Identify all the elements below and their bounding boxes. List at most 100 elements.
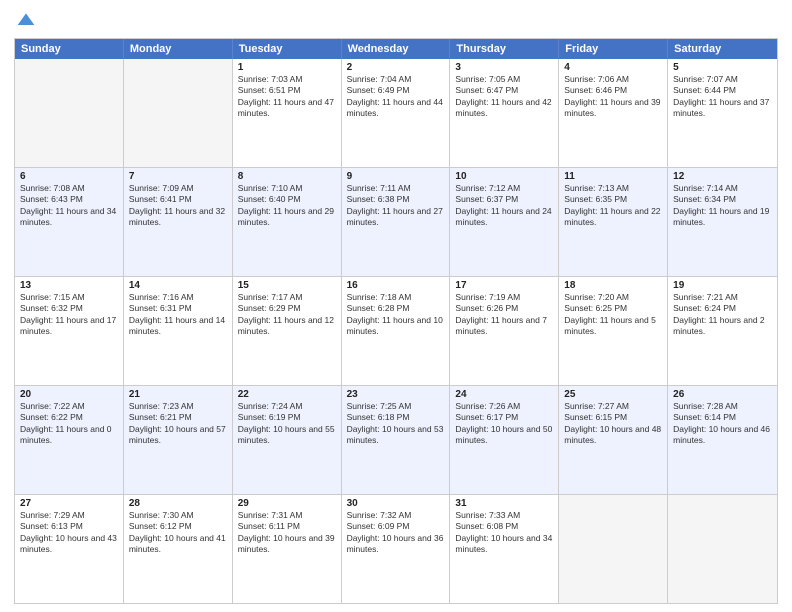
day-number: 27 [20,498,118,509]
day-number: 31 [455,498,553,509]
calendar-cell: 4Sunrise: 7:06 AM Sunset: 6:46 PM Daylig… [559,59,668,167]
day-number: 10 [455,171,553,182]
day-number: 1 [238,62,336,73]
calendar-cell: 8Sunrise: 7:10 AM Sunset: 6:40 PM Daylig… [233,168,342,276]
day-number: 22 [238,389,336,400]
calendar-cell: 5Sunrise: 7:07 AM Sunset: 6:44 PM Daylig… [668,59,777,167]
cell-info: Sunrise: 7:10 AM Sunset: 6:40 PM Dayligh… [238,183,336,229]
calendar-cell: 13Sunrise: 7:15 AM Sunset: 6:32 PM Dayli… [15,277,124,385]
cell-info: Sunrise: 7:28 AM Sunset: 6:14 PM Dayligh… [673,401,772,447]
cell-info: Sunrise: 7:22 AM Sunset: 6:22 PM Dayligh… [20,401,118,447]
day-number: 17 [455,280,553,291]
calendar-cell: 7Sunrise: 7:09 AM Sunset: 6:41 PM Daylig… [124,168,233,276]
calendar-cell: 2Sunrise: 7:04 AM Sunset: 6:49 PM Daylig… [342,59,451,167]
day-number: 9 [347,171,445,182]
page: SundayMondayTuesdayWednesdayThursdayFrid… [0,0,792,612]
cell-info: Sunrise: 7:07 AM Sunset: 6:44 PM Dayligh… [673,74,772,120]
day-number: 24 [455,389,553,400]
cell-info: Sunrise: 7:33 AM Sunset: 6:08 PM Dayligh… [455,510,553,556]
day-number: 23 [347,389,445,400]
calendar-body: 1Sunrise: 7:03 AM Sunset: 6:51 PM Daylig… [15,59,777,603]
logo-text [14,10,36,32]
cell-info: Sunrise: 7:04 AM Sunset: 6:49 PM Dayligh… [347,74,445,120]
calendar-cell: 18Sunrise: 7:20 AM Sunset: 6:25 PM Dayli… [559,277,668,385]
calendar-cell: 20Sunrise: 7:22 AM Sunset: 6:22 PM Dayli… [15,386,124,494]
calendar-cell: 22Sunrise: 7:24 AM Sunset: 6:19 PM Dayli… [233,386,342,494]
cell-info: Sunrise: 7:23 AM Sunset: 6:21 PM Dayligh… [129,401,227,447]
calendar-row-3: 20Sunrise: 7:22 AM Sunset: 6:22 PM Dayli… [15,385,777,494]
calendar-cell [559,495,668,603]
calendar-cell: 17Sunrise: 7:19 AM Sunset: 6:26 PM Dayli… [450,277,559,385]
logo-icon [16,10,36,30]
header-day-friday: Friday [559,39,668,59]
cell-info: Sunrise: 7:21 AM Sunset: 6:24 PM Dayligh… [673,292,772,338]
header [14,10,778,32]
header-day-tuesday: Tuesday [233,39,342,59]
calendar-cell: 10Sunrise: 7:12 AM Sunset: 6:37 PM Dayli… [450,168,559,276]
cell-info: Sunrise: 7:09 AM Sunset: 6:41 PM Dayligh… [129,183,227,229]
calendar-cell: 28Sunrise: 7:30 AM Sunset: 6:12 PM Dayli… [124,495,233,603]
calendar-cell: 14Sunrise: 7:16 AM Sunset: 6:31 PM Dayli… [124,277,233,385]
calendar-cell: 11Sunrise: 7:13 AM Sunset: 6:35 PM Dayli… [559,168,668,276]
day-number: 6 [20,171,118,182]
day-number: 13 [20,280,118,291]
header-day-monday: Monday [124,39,233,59]
header-day-sunday: Sunday [15,39,124,59]
cell-info: Sunrise: 7:20 AM Sunset: 6:25 PM Dayligh… [564,292,662,338]
cell-info: Sunrise: 7:24 AM Sunset: 6:19 PM Dayligh… [238,401,336,447]
calendar-cell: 19Sunrise: 7:21 AM Sunset: 6:24 PM Dayli… [668,277,777,385]
cell-info: Sunrise: 7:18 AM Sunset: 6:28 PM Dayligh… [347,292,445,338]
day-number: 14 [129,280,227,291]
calendar-cell: 25Sunrise: 7:27 AM Sunset: 6:15 PM Dayli… [559,386,668,494]
calendar-cell: 6Sunrise: 7:08 AM Sunset: 6:43 PM Daylig… [15,168,124,276]
cell-info: Sunrise: 7:06 AM Sunset: 6:46 PM Dayligh… [564,74,662,120]
calendar: SundayMondayTuesdayWednesdayThursdayFrid… [14,38,778,604]
cell-info: Sunrise: 7:26 AM Sunset: 6:17 PM Dayligh… [455,401,553,447]
calendar-cell: 27Sunrise: 7:29 AM Sunset: 6:13 PM Dayli… [15,495,124,603]
day-number: 4 [564,62,662,73]
cell-info: Sunrise: 7:03 AM Sunset: 6:51 PM Dayligh… [238,74,336,120]
calendar-row-2: 13Sunrise: 7:15 AM Sunset: 6:32 PM Dayli… [15,276,777,385]
cell-info: Sunrise: 7:27 AM Sunset: 6:15 PM Dayligh… [564,401,662,447]
day-number: 15 [238,280,336,291]
day-number: 3 [455,62,553,73]
calendar-cell: 29Sunrise: 7:31 AM Sunset: 6:11 PM Dayli… [233,495,342,603]
cell-info: Sunrise: 7:14 AM Sunset: 6:34 PM Dayligh… [673,183,772,229]
day-number: 26 [673,389,772,400]
day-number: 7 [129,171,227,182]
calendar-row-4: 27Sunrise: 7:29 AM Sunset: 6:13 PM Dayli… [15,494,777,603]
cell-info: Sunrise: 7:16 AM Sunset: 6:31 PM Dayligh… [129,292,227,338]
day-number: 30 [347,498,445,509]
calendar-cell: 31Sunrise: 7:33 AM Sunset: 6:08 PM Dayli… [450,495,559,603]
calendar-header: SundayMondayTuesdayWednesdayThursdayFrid… [15,39,777,59]
calendar-cell [15,59,124,167]
cell-info: Sunrise: 7:32 AM Sunset: 6:09 PM Dayligh… [347,510,445,556]
day-number: 16 [347,280,445,291]
cell-info: Sunrise: 7:17 AM Sunset: 6:29 PM Dayligh… [238,292,336,338]
day-number: 2 [347,62,445,73]
cell-info: Sunrise: 7:25 AM Sunset: 6:18 PM Dayligh… [347,401,445,447]
day-number: 11 [564,171,662,182]
day-number: 28 [129,498,227,509]
calendar-cell: 12Sunrise: 7:14 AM Sunset: 6:34 PM Dayli… [668,168,777,276]
calendar-cell: 24Sunrise: 7:26 AM Sunset: 6:17 PM Dayli… [450,386,559,494]
day-number: 25 [564,389,662,400]
cell-info: Sunrise: 7:13 AM Sunset: 6:35 PM Dayligh… [564,183,662,229]
day-number: 21 [129,389,227,400]
calendar-cell [668,495,777,603]
cell-info: Sunrise: 7:15 AM Sunset: 6:32 PM Dayligh… [20,292,118,338]
calendar-cell: 21Sunrise: 7:23 AM Sunset: 6:21 PM Dayli… [124,386,233,494]
day-number: 19 [673,280,772,291]
cell-info: Sunrise: 7:05 AM Sunset: 6:47 PM Dayligh… [455,74,553,120]
day-number: 12 [673,171,772,182]
cell-info: Sunrise: 7:08 AM Sunset: 6:43 PM Dayligh… [20,183,118,229]
cell-info: Sunrise: 7:12 AM Sunset: 6:37 PM Dayligh… [455,183,553,229]
logo [14,10,36,32]
calendar-cell: 1Sunrise: 7:03 AM Sunset: 6:51 PM Daylig… [233,59,342,167]
calendar-row-1: 6Sunrise: 7:08 AM Sunset: 6:43 PM Daylig… [15,167,777,276]
day-number: 18 [564,280,662,291]
calendar-cell: 3Sunrise: 7:05 AM Sunset: 6:47 PM Daylig… [450,59,559,167]
header-day-wednesday: Wednesday [342,39,451,59]
calendar-cell: 16Sunrise: 7:18 AM Sunset: 6:28 PM Dayli… [342,277,451,385]
cell-info: Sunrise: 7:29 AM Sunset: 6:13 PM Dayligh… [20,510,118,556]
